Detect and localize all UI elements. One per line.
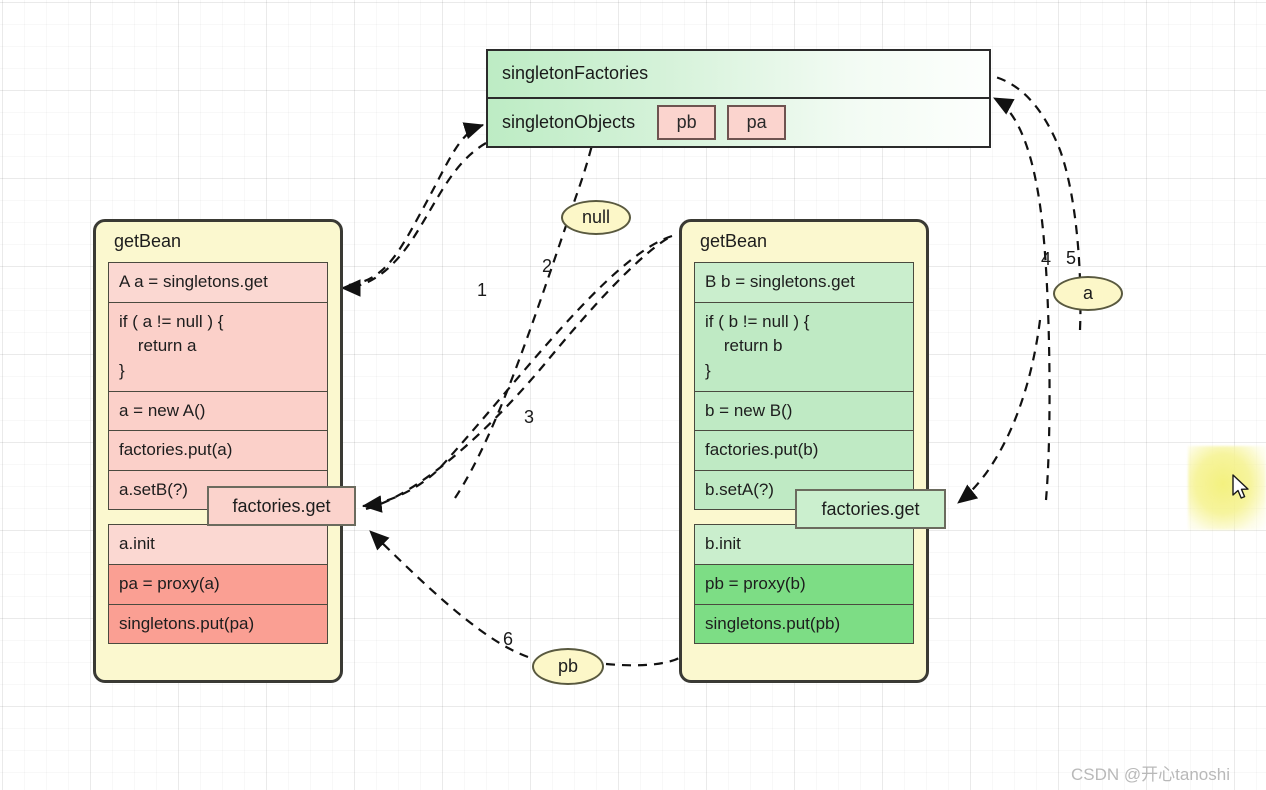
right-row-2: b = new B()	[695, 391, 913, 432]
getbean-panel-left: getBean A a = singletons.get if ( a != n…	[93, 219, 343, 683]
arrow-step-3	[361, 234, 673, 513]
left-group-create: A a = singletons.get if ( a != null ) { …	[108, 262, 328, 511]
left-row-2: a = new A()	[109, 391, 327, 432]
watermark-text: CSDN @开心tanoshi	[1071, 765, 1230, 784]
factories-get-overlay-left: factories.get	[207, 486, 356, 526]
panel-title-right: getBean	[700, 231, 768, 251]
singleton-objects-label: singletonObjects	[502, 111, 636, 132]
arrow-step-4	[993, 97, 1051, 501]
arrow-step-1-return	[340, 142, 487, 297]
left-row-0: A a = singletons.get	[109, 263, 327, 303]
arrow-step-2	[454, 102, 607, 499]
singleton-factories-row: singletonFactories	[488, 51, 989, 99]
ellipse-a: a	[1053, 276, 1123, 311]
mouse-cursor-icon	[1232, 474, 1249, 499]
step-number-2: 2	[542, 256, 553, 276]
panel-title-left: getBean	[114, 231, 182, 251]
arrow-step-3-lead	[365, 235, 673, 511]
left-group-init: a.init pa = proxy(a) singletons.put(pa)	[108, 524, 328, 645]
chip-pa: pa	[727, 104, 787, 140]
right-row-3: factories.put(b)	[695, 431, 913, 471]
right-row-5: b.init	[695, 525, 913, 566]
factories-get-overlay-right: factories.get	[795, 489, 946, 529]
getbean-panel-right: getBean B b = singletons.get if ( b != n…	[679, 219, 929, 683]
left-row-7: singletons.put(pa)	[109, 604, 327, 644]
arrow-step-4-tail	[957, 319, 1042, 504]
step-number-4: 4	[1041, 249, 1052, 269]
arrow-pb-source	[605, 657, 680, 667]
singleton-objects-row: singletonObjects pb pa	[488, 98, 989, 146]
left-row-1: if ( a != null ) { return a }	[109, 302, 327, 392]
diagram-canvas: singletonFactories singletonObjects pb p…	[0, 0, 1266, 790]
arrow-step-1	[332, 122, 485, 288]
right-row-0: B b = singletons.get	[695, 263, 913, 303]
step-number-6: 6	[503, 629, 514, 649]
singleton-factories-label: singletonFactories	[502, 63, 649, 84]
chip-pb: pb	[657, 104, 717, 140]
right-row-7: singletons.put(pb)	[695, 604, 913, 644]
step-number-1: 1	[477, 280, 488, 300]
singleton-registry-box: singletonFactories singletonObjects pb p…	[486, 49, 991, 148]
right-row-6: pb = proxy(b)	[695, 565, 913, 605]
ellipse-null: null	[561, 200, 631, 235]
left-row-5: a.init	[109, 525, 327, 566]
step-number-5: 5	[1066, 248, 1077, 268]
right-row-1: if ( b != null ) { return b }	[695, 302, 913, 392]
cursor-highlight	[1188, 446, 1266, 530]
step-number-3: 3	[524, 407, 535, 427]
left-row-6: pa = proxy(a)	[109, 565, 327, 605]
right-group-init: b.init pb = proxy(b) singletons.put(pb)	[694, 524, 914, 645]
right-group-create: B b = singletons.get if ( b != null ) { …	[694, 262, 914, 511]
ellipse-pb: pb	[532, 648, 604, 685]
left-row-3: factories.put(a)	[109, 431, 327, 471]
